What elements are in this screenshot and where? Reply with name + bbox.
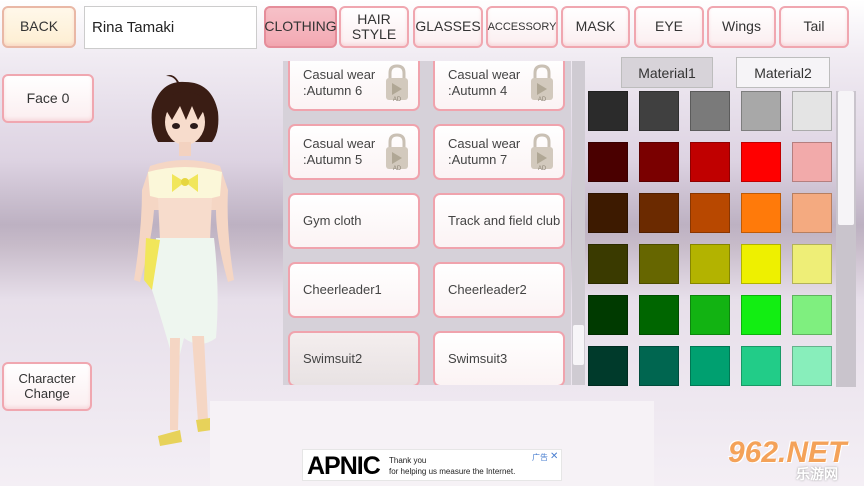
clothing-item[interactable]: Casual wear :Autumn 6 AD: [288, 61, 420, 111]
color-swatch[interactable]: [639, 142, 679, 182]
material-tab-2[interactable]: Material2: [736, 57, 830, 88]
lock-icon: AD: [529, 63, 555, 103]
ad-tag: 广告: [532, 453, 548, 462]
clothing-item[interactable]: Casual wear :Autumn 5 AD: [288, 124, 420, 180]
color-swatch[interactable]: [741, 91, 781, 131]
color-swatch[interactable]: [588, 91, 628, 131]
character-name-field[interactable]: Rina Tamaki: [84, 6, 257, 49]
tab-mask[interactable]: MASK: [561, 6, 630, 48]
color-swatch[interactable]: [690, 295, 730, 335]
ad-close-icon[interactable]: ✕: [550, 451, 558, 462]
color-swatch[interactable]: [639, 295, 679, 335]
color-swatch[interactable]: [588, 193, 628, 233]
clothing-item-label: Cheerleader2: [448, 282, 527, 298]
clothing-item[interactable]: Swimsuit3: [433, 331, 565, 385]
clothing-item[interactable]: Cheerleader1: [288, 262, 420, 318]
color-palette-scrollbar[interactable]: [836, 91, 856, 387]
clothing-list[interactable]: Casual wear :Autumn 6 AD Casual wear :Autu…: [283, 61, 571, 385]
lock-icon: AD: [384, 63, 410, 103]
ad-banner[interactable]: APNIC Thank you for helping us measure t…: [302, 449, 562, 481]
color-swatch[interactable]: [792, 346, 832, 386]
tab-eye[interactable]: EYE: [634, 6, 704, 48]
color-swatch[interactable]: [639, 244, 679, 284]
clothing-item[interactable]: Gym cloth: [288, 193, 420, 249]
clothing-item-label: Swimsuit2: [303, 351, 363, 367]
color-swatch[interactable]: [588, 346, 628, 386]
clothing-item[interactable]: Casual wear :Autumn 7 AD: [433, 124, 565, 180]
lock-icon: AD: [529, 132, 555, 172]
color-swatch[interactable]: [741, 346, 781, 386]
clothing-item-label: Casual wear :Autumn 7: [448, 136, 521, 167]
color-swatch[interactable]: [639, 193, 679, 233]
color-palette[interactable]: [586, 88, 834, 388]
clothing-list-scrollbar[interactable]: [572, 61, 585, 385]
clothing-item-label: Cheerleader1: [303, 282, 382, 298]
color-swatch[interactable]: [690, 346, 730, 386]
watermark: 962.NET 乐游网: [724, 436, 860, 484]
character-change-label: Character Change: [18, 371, 76, 401]
clothing-list-scroll-thumb[interactable]: [573, 325, 584, 366]
back-button[interactable]: BACK: [2, 6, 76, 48]
color-swatch[interactable]: [792, 142, 832, 182]
tab-accessory[interactable]: ACCESSORY: [486, 6, 558, 48]
face-label: Face: [26, 89, 58, 106]
clothing-item[interactable]: Swimsuit2: [288, 331, 420, 385]
tab-clothing[interactable]: CLOTHING: [264, 6, 337, 48]
face-value: 0: [61, 89, 70, 106]
clothing-item-label: Casual wear :Autumn 5: [303, 136, 376, 167]
svg-text:AD: AD: [393, 97, 402, 103]
color-swatch[interactable]: [741, 295, 781, 335]
svg-text:AD: AD: [538, 166, 547, 172]
color-swatch[interactable]: [792, 193, 832, 233]
color-swatch[interactable]: [690, 142, 730, 182]
tab-tail[interactable]: Tail: [779, 6, 849, 48]
color-swatch[interactable]: [639, 346, 679, 386]
color-swatch[interactable]: [588, 142, 628, 182]
clothing-item-label: Swimsuit3: [448, 351, 508, 367]
color-swatch[interactable]: [792, 91, 832, 131]
clothing-item[interactable]: Casual wear :Autumn 4 AD: [433, 61, 565, 111]
clothing-item-label: Gym cloth: [303, 213, 362, 229]
material-tab-1[interactable]: Material1: [621, 57, 713, 88]
ad-logo: APNIC: [307, 452, 381, 480]
color-swatch[interactable]: [690, 244, 730, 284]
color-swatch[interactable]: [741, 244, 781, 284]
ad-text-line2: for helping us measure the Internet.: [389, 467, 516, 476]
color-swatch[interactable]: [639, 91, 679, 131]
face-button[interactable]: Face 0: [2, 74, 94, 123]
color-swatch[interactable]: [690, 91, 730, 131]
color-swatch[interactable]: [588, 244, 628, 284]
clothing-item-label: Casual wear :Autumn 4: [448, 67, 521, 98]
watermark-sub: 乐游网: [796, 466, 838, 482]
color-palette-scroll-thumb[interactable]: [838, 91, 854, 225]
color-swatch[interactable]: [741, 142, 781, 182]
clothing-item-label: Casual wear :Autumn 6: [303, 67, 376, 98]
svg-text:AD: AD: [393, 166, 402, 172]
clothing-item-label: Track and field club: [448, 213, 561, 229]
tab-wings[interactable]: Wings: [707, 6, 776, 48]
color-swatch[interactable]: [792, 244, 832, 284]
character-change-button[interactable]: Character Change: [2, 362, 92, 411]
color-swatch[interactable]: [588, 295, 628, 335]
tab-glasses[interactable]: GLASSES: [413, 6, 483, 48]
color-swatch[interactable]: [741, 193, 781, 233]
tab-hair-style[interactable]: HAIR STYLE: [339, 6, 409, 48]
color-swatch[interactable]: [690, 193, 730, 233]
clothing-item[interactable]: Track and field club: [433, 193, 565, 249]
lock-icon: AD: [384, 132, 410, 172]
svg-text:AD: AD: [538, 97, 547, 103]
clothing-item[interactable]: Cheerleader2: [433, 262, 565, 318]
ad-text-line1: Thank you: [389, 456, 427, 465]
color-swatch[interactable]: [792, 295, 832, 335]
